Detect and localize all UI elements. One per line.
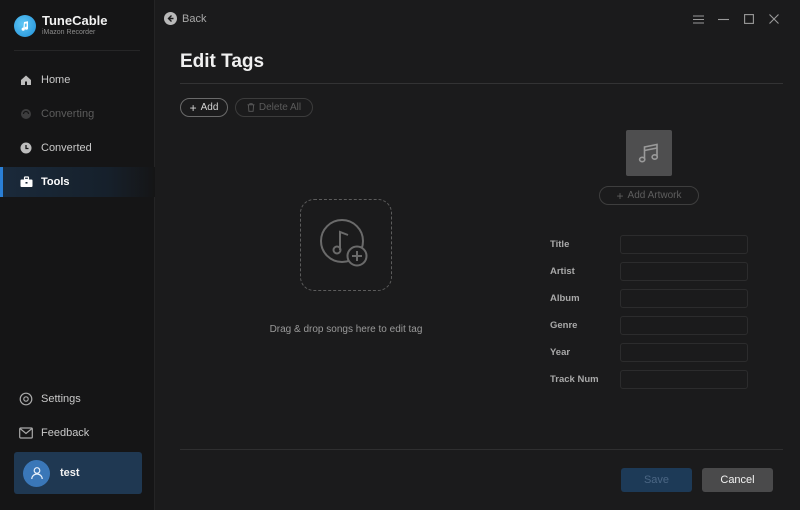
user-icon [30, 467, 43, 480]
converting-icon [19, 107, 33, 121]
footer-divider [180, 449, 783, 450]
year-input[interactable] [620, 343, 748, 362]
album-input[interactable] [620, 289, 748, 308]
sidebar-item-label: Settings [41, 393, 81, 405]
sidebar-item-feedback[interactable]: Feedback [0, 418, 155, 448]
maximize-button[interactable] [736, 11, 761, 27]
minimize-button[interactable] [711, 11, 736, 27]
back-arrow-icon [164, 12, 177, 25]
plus-icon: + [189, 100, 197, 115]
window-controls [686, 11, 786, 27]
page-title: Edit Tags [180, 51, 265, 72]
artwork-placeholder [626, 130, 672, 176]
sidebar-item-home[interactable]: Home [0, 65, 155, 95]
toolbox-icon [19, 175, 33, 189]
add-artwork-label: Add Artwork [627, 190, 682, 201]
sidebar-item-label: Home [41, 74, 71, 86]
brand-name: TuneCable [42, 13, 108, 28]
sidebar-item-label: Converted [41, 142, 92, 154]
avatar [23, 459, 50, 487]
menu-button[interactable] [686, 11, 711, 27]
artist-label: Artist [550, 266, 575, 277]
music-note-icon [638, 143, 659, 163]
user-name: test [60, 467, 80, 479]
genre-input[interactable] [620, 316, 748, 335]
title-divider [180, 83, 783, 84]
clock-icon [19, 141, 33, 155]
genre-label: Genre [550, 320, 578, 331]
back-button[interactable]: Back [164, 12, 206, 25]
trash-icon [247, 103, 255, 112]
delete-all-label: Delete All [258, 102, 302, 113]
track-num-label: Track Num [550, 374, 599, 385]
brand: TuneCable iMazon Recorder [14, 14, 108, 37]
mail-icon [19, 426, 33, 440]
home-icon [19, 73, 33, 87]
cancel-button[interactable]: Cancel [702, 468, 773, 492]
delete-all-button[interactable]: Delete All [235, 98, 313, 117]
drop-instructions: Drag & drop songs here to edit tag [269, 324, 423, 335]
add-button-label: Add [200, 102, 219, 113]
add-music-icon [320, 219, 368, 267]
sidebar-item-label: Converting [41, 108, 95, 120]
brand-subtitle: iMazon Recorder [42, 29, 96, 36]
title-input[interactable] [620, 235, 748, 254]
menu-icon [693, 14, 704, 24]
sidebar-item-label: Tools [41, 176, 70, 188]
sidebar-item-tools[interactable]: Tools [0, 167, 155, 197]
sidebar-item-converted[interactable]: Converted [0, 133, 155, 163]
title-label: Title [550, 239, 570, 250]
tunecable-logo-icon [14, 14, 36, 37]
sidebar-item-label: Feedback [41, 427, 90, 439]
artist-input[interactable] [620, 262, 748, 281]
brand-divider [14, 50, 140, 51]
track-num-input[interactable] [620, 370, 748, 389]
minimize-icon [718, 18, 729, 20]
add-artwork-button[interactable]: + Add Artwork [599, 186, 699, 205]
sidebar-item-converting[interactable]: Converting [0, 99, 155, 129]
year-label: Year [550, 347, 571, 358]
sidebar: TuneCable iMazon Recorder Home Convertin… [0, 0, 155, 510]
back-label: Back [182, 12, 207, 25]
plus-icon: + [616, 188, 624, 203]
gear-icon [19, 392, 33, 406]
close-button[interactable] [761, 11, 786, 27]
maximize-icon [743, 14, 754, 24]
save-button[interactable]: Save [621, 468, 692, 492]
drop-zone[interactable] [300, 199, 392, 291]
sidebar-item-settings[interactable]: Settings [0, 384, 155, 414]
add-button[interactable]: + Add [180, 98, 228, 117]
user-card[interactable]: test [14, 452, 142, 494]
album-label: Album [550, 293, 580, 304]
close-icon [768, 14, 779, 24]
